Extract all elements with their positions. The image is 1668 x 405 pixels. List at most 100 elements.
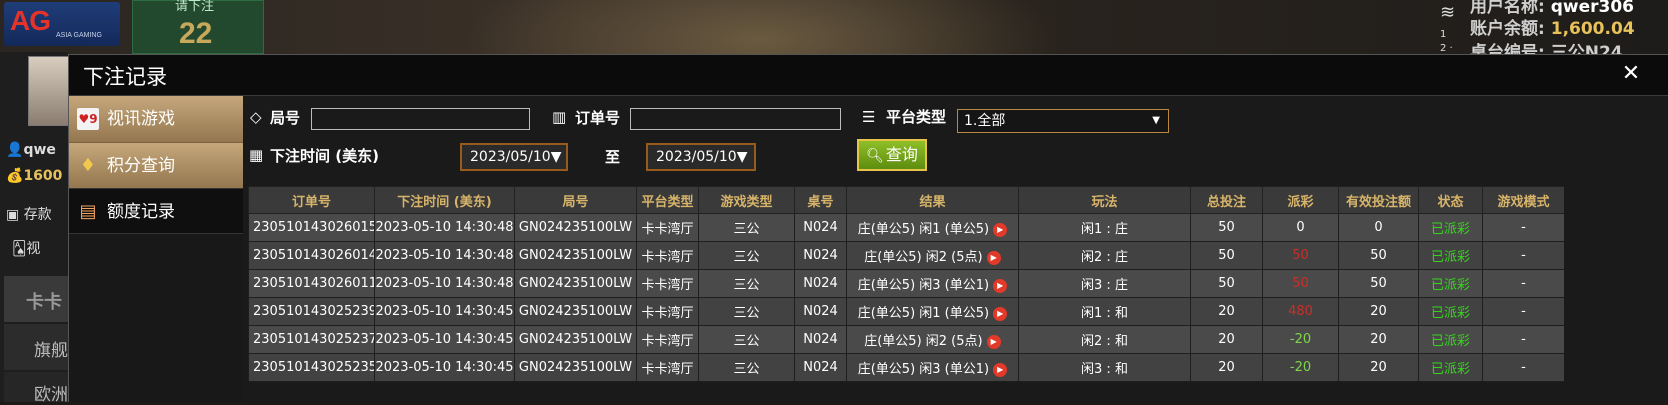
ag-logo: AG ASIA GAMING	[4, 2, 120, 46]
bet-label: 请下注	[175, 0, 215, 14]
cell-platform: 卡卡湾厅	[636, 213, 699, 242]
play-replay-icon[interactable]: ▶	[986, 250, 1001, 265]
left-tab-kaka[interactable]: 卡卡	[4, 276, 68, 322]
bet-countdown-box: 请下注 22	[132, 0, 264, 54]
left-tab-flagship[interactable]: 旗舰	[4, 324, 68, 370]
platform-select[interactable]: 1.全部 ▼	[957, 109, 1169, 133]
left-tab-europe[interactable]: 欧洲	[4, 372, 68, 405]
play-replay-icon[interactable]: ▶	[993, 362, 1008, 377]
platform-label: 平台类型	[886, 108, 947, 126]
cell-game: 三公	[698, 353, 795, 382]
date-to-picker[interactable]: 2023/05/10▼	[646, 143, 756, 171]
result-text: 庄(单公5) 闲2 (5点)	[864, 334, 983, 349]
cell-total: 20	[1190, 353, 1263, 382]
query-button[interactable]: 🔍︎ 查询	[857, 139, 927, 171]
result-text: 庄(单公5) 闲3 (单公1)	[857, 362, 990, 377]
col-header: 游戏类型	[698, 186, 795, 214]
cell-round: GN024235100LW	[514, 297, 637, 326]
left-deposit-button[interactable]: ▣ 存款	[6, 204, 52, 224]
cell-round: GN024235100LW	[514, 213, 637, 242]
cell-game: 三公	[698, 325, 795, 354]
round-input[interactable]	[311, 108, 530, 130]
nav-label: 积分查询	[107, 156, 175, 176]
col-header: 局号	[514, 186, 637, 214]
to-label: 至	[605, 148, 621, 166]
search-icon: 🔍︎	[866, 148, 884, 164]
date-to-value: 2023/05/10	[656, 149, 737, 165]
list-icon: ☰	[862, 108, 876, 126]
col-header: 玩法	[1018, 186, 1191, 214]
nav-item-video-games[interactable]: ♥9 视讯游戏	[69, 96, 243, 142]
cell-status: 已派彩	[1418, 353, 1483, 382]
round-label: 局号	[270, 109, 301, 127]
cell-total: 50	[1190, 241, 1263, 270]
tag-icon: ◇	[250, 108, 262, 126]
table-header-row: 订单号 下注时间 (美东) 局号 平台类型 游戏类型 桌号 结果 玩法 总投注 …	[248, 186, 1564, 214]
left-username: 👤qwe	[6, 142, 56, 158]
left-balance: 💰1600	[6, 168, 63, 184]
col-header: 结果	[846, 186, 1019, 214]
time-label: 下注时间 (美东)	[270, 147, 379, 165]
logo-subtext: ASIA GAMING	[56, 32, 102, 39]
cell-round: GN024235100LW	[514, 353, 637, 382]
order-label: 订单号	[575, 109, 621, 127]
col-header: 状态	[1418, 186, 1483, 214]
table-row: 230510143026015 2023-05-10 14:30:48 GN0242…	[248, 213, 1564, 242]
col-header: 桌号	[794, 186, 847, 214]
chevron-down-icon: ▼	[1152, 115, 1160, 126]
calendar-icon: ▦	[249, 146, 264, 164]
cell-total: 50	[1190, 269, 1263, 298]
table-row: 230510143025239 2023-05-10 14:30:45 GN0242…	[248, 297, 1564, 326]
cell-game: 三公	[698, 241, 795, 270]
cell-time: 2023-05-10 14:30:48	[374, 269, 515, 298]
logo-text: AG	[10, 5, 51, 36]
cell-status: 已派彩	[1418, 213, 1483, 242]
play-replay-icon[interactable]: ▶	[993, 306, 1008, 321]
cell-table-no: N024	[794, 353, 847, 382]
cell-status: 已派彩	[1418, 297, 1483, 326]
cell-status: 已派彩	[1418, 269, 1483, 298]
table-row: 230510143026011 2023-05-10 14:30:48 GN0242…	[248, 269, 1564, 298]
table-row: 230510143025237 2023-05-10 14:30:45 GN0242…	[248, 325, 1564, 354]
cell-time: 2023-05-10 14:30:45	[374, 325, 515, 354]
close-icon[interactable]: ✕	[1619, 61, 1643, 87]
cell-play: 闲3 : 和	[1018, 353, 1191, 382]
cell-platform: 卡卡湾厅	[636, 297, 699, 326]
left-video-button[interactable]: 🂡视	[12, 238, 40, 258]
cell-order: 230510143025239	[248, 297, 375, 326]
cell-result: 庄(单公5) 闲3 (单公1) ▶	[846, 269, 1019, 298]
cell-order: 230510143025235	[248, 353, 375, 382]
modal-title: 下注记录	[83, 65, 167, 89]
modal-header: 下注记录 ✕	[69, 55, 1668, 96]
cell-table-no: N024	[794, 325, 847, 354]
cell-play: 闲1 : 庄	[1018, 213, 1191, 242]
cell-order: 230510143026015	[248, 213, 375, 242]
cell-play: 闲2 : 庄	[1018, 241, 1191, 270]
order-input[interactable]	[630, 108, 841, 130]
chevron-down-icon: ▼	[550, 149, 562, 165]
cell-table-no: N024	[794, 269, 847, 298]
result-text: 庄(单公5) 闲1 (单公5)	[857, 306, 990, 321]
nav-item-quota-record[interactable]: ▤ 额度记录	[69, 188, 243, 234]
cell-payout: 50	[1262, 241, 1339, 270]
cell-play: 闲1 : 和	[1018, 297, 1191, 326]
cell-result: 庄(单公5) 闲1 (单公5) ▶	[846, 213, 1019, 242]
platform-selected: 1.全部	[964, 113, 1006, 129]
cell-platform: 卡卡湾厅	[636, 325, 699, 354]
cell-valid: 20	[1338, 353, 1419, 382]
cell-game: 三公	[698, 213, 795, 242]
cell-result: 庄(单公5) 闲2 (5点) ▶	[846, 241, 1019, 270]
cell-payout: 50	[1262, 269, 1339, 298]
playing-cards-icon: ♥9	[77, 108, 99, 130]
cell-mode: -	[1482, 241, 1564, 270]
play-replay-icon[interactable]: ▶	[986, 334, 1001, 349]
wifi-icon: ≋	[1440, 2, 1456, 23]
balance-info: 账户余额: 1,600.04	[1470, 19, 1635, 39]
cell-order: 230510143026011	[248, 269, 375, 298]
play-replay-icon[interactable]: ▶	[993, 278, 1008, 293]
date-from-picker[interactable]: 2023/05/10▼	[460, 143, 568, 171]
cell-round: GN024235100LW	[514, 241, 637, 270]
chevron-down-icon: ▼	[736, 149, 748, 165]
nav-item-points-query[interactable]: ♦ 积分查询	[69, 142, 243, 188]
play-replay-icon[interactable]: ▶	[993, 222, 1008, 237]
